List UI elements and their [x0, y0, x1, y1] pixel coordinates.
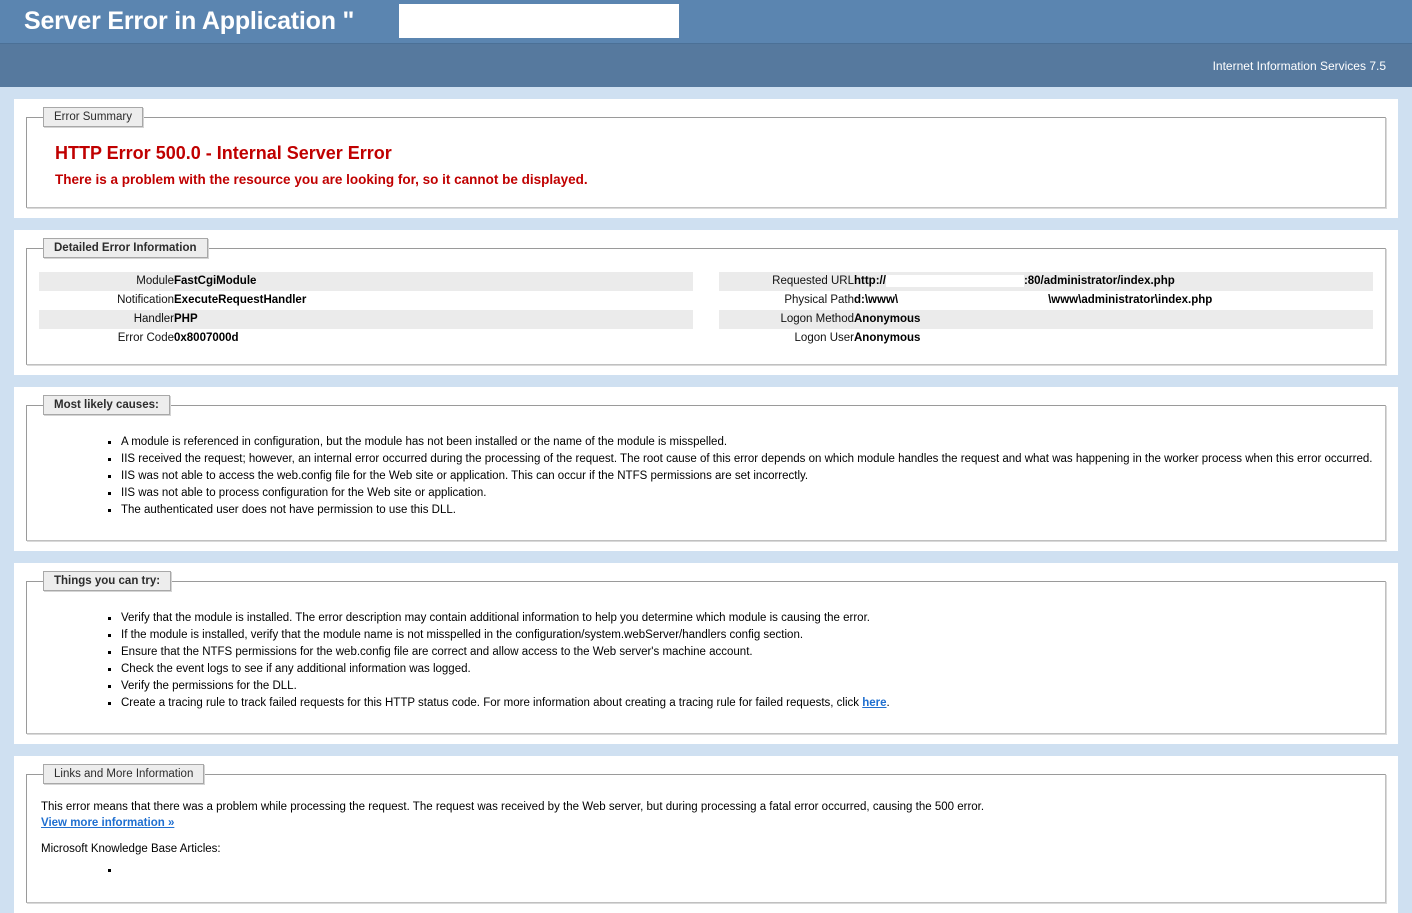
most-likely-causes-fieldset: Most likely causes: A module is referenc…: [26, 395, 1386, 542]
detail-left-column: Module FastCgiModule Notification Execut…: [39, 272, 693, 348]
detail-value: 0x8007000d: [174, 332, 239, 344]
detail-label: Error Code: [117, 332, 174, 344]
error-heading: HTTP Error 500.0 - Internal Server Error: [55, 143, 392, 163]
list-item: IIS was not able to access the web.confi…: [108, 469, 1373, 486]
tracing-rule-period: .: [886, 697, 890, 710]
detail-table-left: Module FastCgiModule Notification Execut…: [39, 272, 693, 348]
detailed-error-legend: Detailed Error Information: [43, 238, 208, 258]
list-item: IIS received the request; however, an in…: [108, 452, 1373, 469]
detail-value: d:\www\ \www\administrator\index.php: [854, 291, 1373, 310]
detail-label: Logon User: [794, 332, 854, 345]
detail-table-right: Requested URL http:// :80/administrator/i…: [719, 272, 1373, 348]
list-item: Check the event logs to see if any addit…: [108, 662, 1373, 679]
detail-label: Logon Method: [719, 310, 854, 330]
view-more-information-link[interactable]: View more information »: [41, 817, 174, 829]
detail-label: Requested URL: [719, 272, 854, 292]
detailed-error-fieldset: Detailed Error Information Module FastCg…: [26, 238, 1386, 366]
physical-path-tail: \www\administrator\index.php: [1048, 294, 1213, 307]
list-item: If the module is installed, verify that …: [108, 628, 1373, 645]
redacted-hostname: [885, 275, 1024, 287]
table-row: Module FastCgiModule: [39, 272, 693, 291]
detail-value: Anonymous: [854, 310, 1373, 330]
table-row: Logon Method Anonymous: [719, 310, 1373, 330]
detail-value: Anonymous: [854, 332, 921, 345]
detail-label: Physical Path: [784, 294, 854, 307]
links-more-information-legend: Links and More Information: [43, 764, 205, 785]
server-product-label: Internet Information Services 7.5: [1212, 58, 1386, 73]
detail-right-column: Requested URL http:// :80/administrator/i…: [719, 272, 1373, 348]
things-you-can-try-fieldset: Things you can try: Verify that the modu…: [26, 571, 1386, 735]
detail-label: Handler: [39, 310, 174, 329]
detail-value: ExecuteRequestHandler: [174, 294, 307, 306]
physical-path-root: d:\www\: [854, 294, 899, 307]
page-title-prefix: Server Error in Application ": [24, 7, 355, 35]
links-more-information-paragraph: This error means that there was a proble…: [41, 801, 985, 814]
links-more-information-fieldset: Links and More Information This error me…: [26, 764, 1386, 904]
redacted-path-segment: [898, 294, 1049, 307]
table-row: Physical Path d:\www\ \www\administrator\…: [719, 291, 1373, 310]
page-header-bar: Server Error in Application "": [0, 0, 1412, 44]
error-summary-legend: Error Summary: [43, 107, 143, 127]
table-row: Requested URL http:// :80/administrator/i…: [719, 272, 1373, 292]
things-you-can-try-legend: Things you can try:: [43, 571, 172, 592]
table-row: Error Code 0x8007000d: [39, 329, 693, 348]
table-row: Notification ExecuteRequestHandler: [39, 291, 693, 310]
table-row: Handler PHP: [39, 310, 693, 329]
tracing-rule-text: Create a tracing rule to track failed re…: [121, 697, 863, 710]
server-product-bar: Internet Information Services 7.5: [0, 44, 1412, 87]
list-item: [108, 865, 1373, 878]
error-subheading: There is a problem with the resource you…: [55, 172, 588, 187]
detail-label: Module: [39, 272, 174, 291]
requested-url-scheme: http://: [854, 275, 886, 288]
list-item: The authenticated user does not have per…: [108, 503, 1373, 520]
list-item: A module is referenced in configuration,…: [108, 435, 1373, 452]
tracing-rule-here-link[interactable]: here: [862, 697, 886, 709]
list-item: IIS was not able to process configuratio…: [108, 486, 1373, 503]
detail-label: Notification: [117, 294, 174, 306]
most-likely-causes-panel: Most likely causes: A module is referenc…: [14, 387, 1398, 552]
table-row: Logon User Anonymous: [719, 329, 1373, 348]
list-item: Ensure that the NTFS permissions for the…: [108, 645, 1373, 662]
error-summary-panel: Error Summary HTTP Error 500.0 - Interna…: [14, 99, 1398, 218]
things-you-can-try-list: Verify that the module is installed. The…: [39, 611, 1373, 713]
list-item: Verify the permissions for the DLL.: [108, 679, 1373, 696]
detail-value: http:// :80/administrator/index.php: [854, 272, 1373, 292]
most-likely-causes-legend: Most likely causes:: [43, 395, 170, 416]
list-item: Verify that the module is installed. The…: [108, 611, 1373, 628]
requested-url-path: :80/administrator/index.php: [1023, 275, 1175, 288]
links-more-information-panel: Links and More Information This error me…: [14, 756, 1398, 913]
redacted-application-name: [399, 4, 679, 38]
kb-articles-label: Microsoft Knowledge Base Articles:: [41, 843, 221, 856]
things-you-can-try-panel: Things you can try: Verify that the modu…: [14, 563, 1398, 745]
list-item-tracing-rule: Create a tracing rule to track failed re…: [108, 696, 1373, 713]
detailed-error-panel: Detailed Error Information Module FastCg…: [14, 230, 1398, 376]
detail-value: PHP: [174, 310, 693, 329]
most-likely-causes-list: A module is referenced in configuration,…: [39, 435, 1373, 520]
error-summary-fieldset: Error Summary HTTP Error 500.0 - Interna…: [26, 107, 1386, 208]
kb-articles-list: [39, 865, 1373, 878]
detail-value: FastCgiModule: [174, 272, 693, 291]
